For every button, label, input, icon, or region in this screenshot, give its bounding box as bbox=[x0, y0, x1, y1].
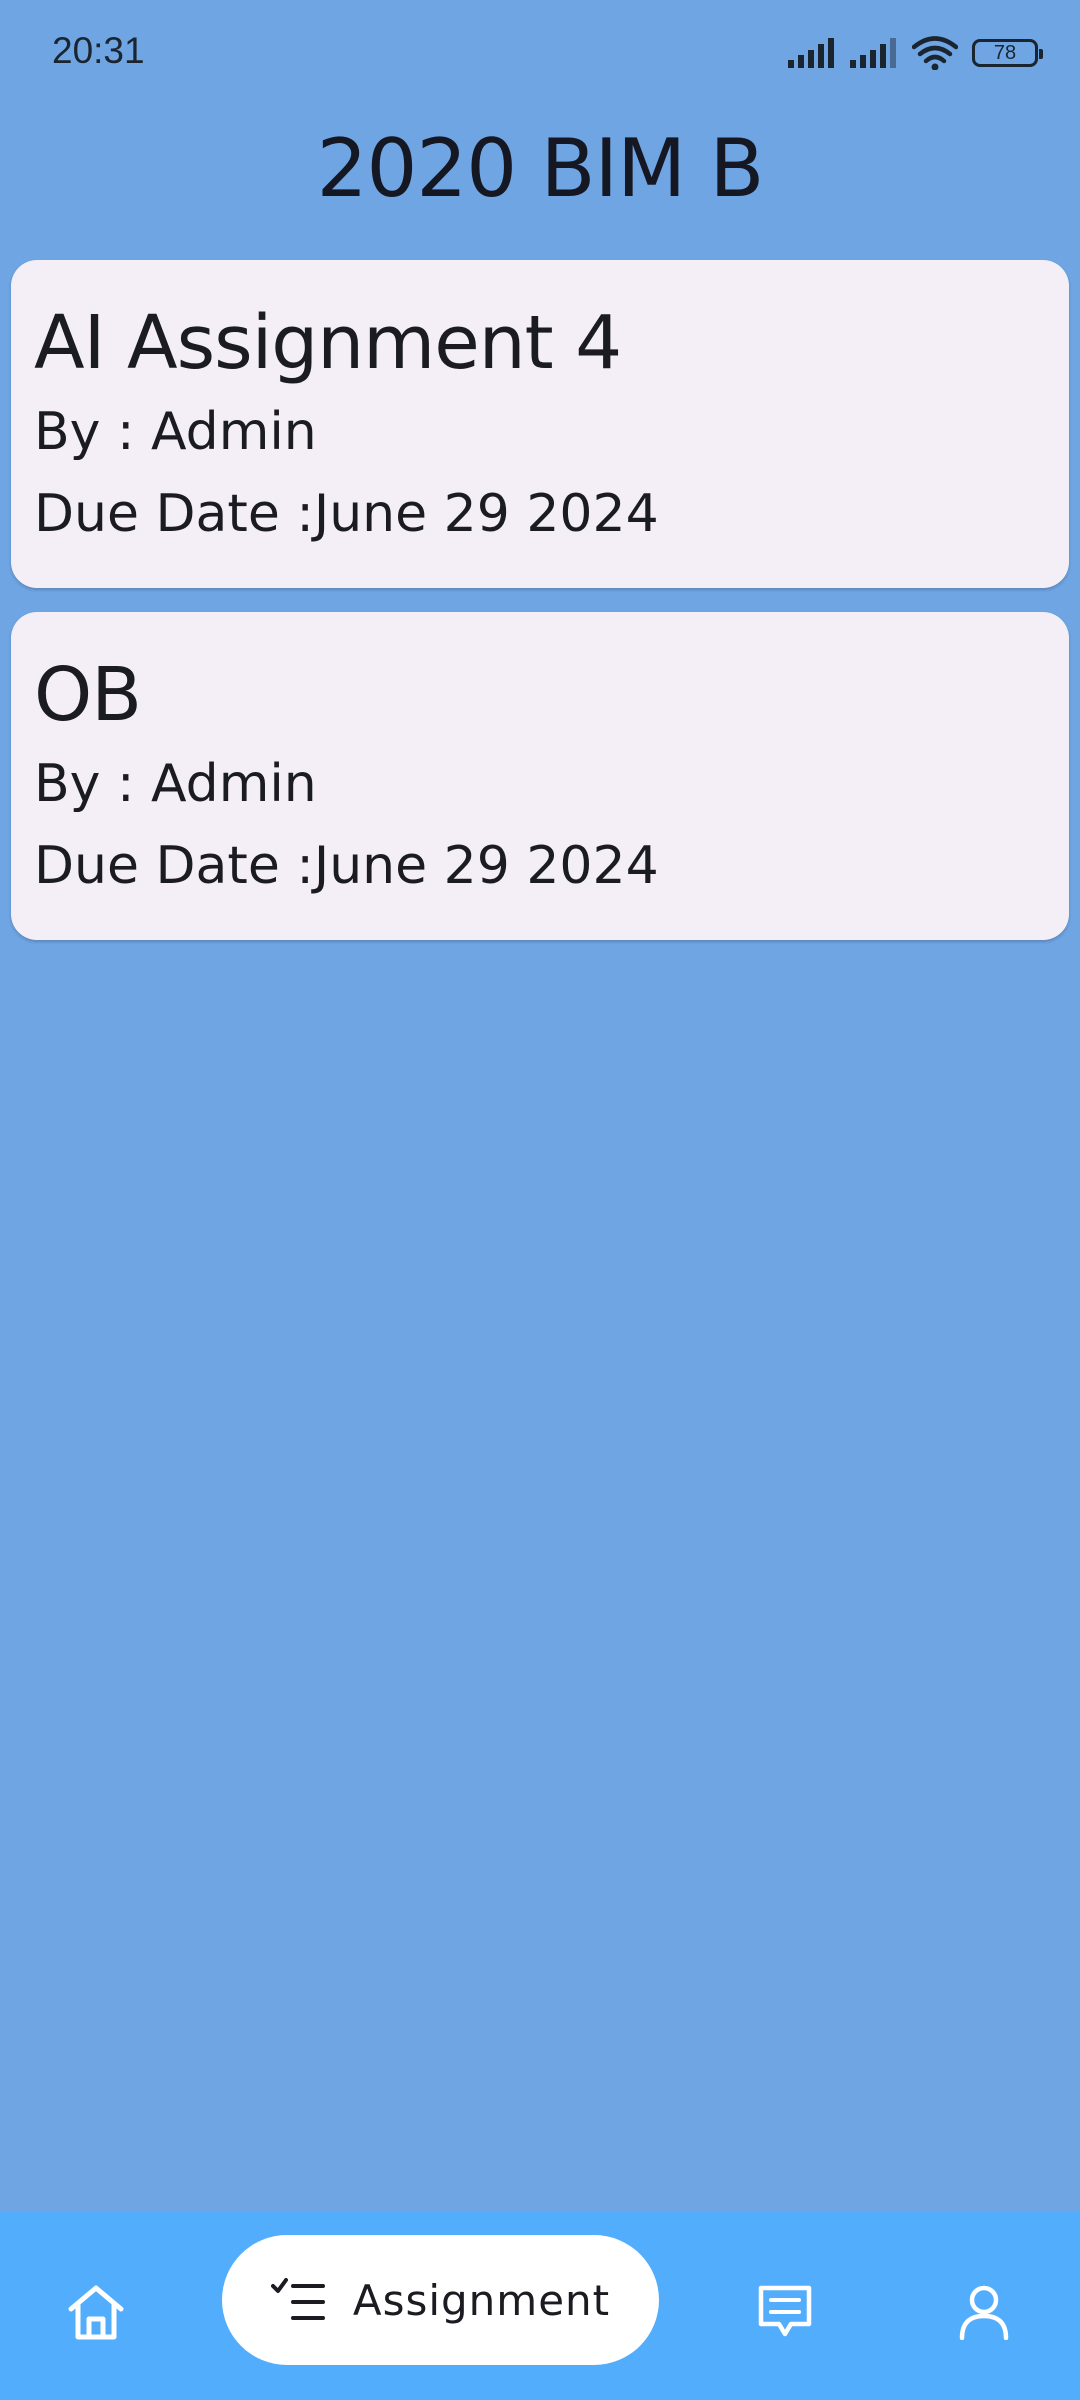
assignment-card[interactable]: OB By : Admin Due Date :June 29 2024 bbox=[11, 612, 1069, 940]
nav-assignment-button[interactable]: Assignment bbox=[222, 2235, 659, 2365]
status-icons: 78 bbox=[788, 36, 1043, 70]
assignment-due-date: Due Date :June 29 2024 bbox=[34, 836, 659, 896]
battery-icon: 78 bbox=[972, 39, 1043, 67]
assignment-author: By : Admin bbox=[34, 402, 317, 462]
screen: 20:31 78 2020 BIM B AI Assignment 4 By:… bbox=[0, 0, 1080, 2400]
home-icon bbox=[68, 2285, 124, 2340]
assignment-list: AI Assignment 4 By : Admin Due Date :Jun… bbox=[11, 260, 1069, 964]
checklist-icon bbox=[270, 2278, 325, 2320]
nav-profile-button[interactable] bbox=[944, 2272, 1024, 2352]
page-title: 2020 BIM B bbox=[316, 122, 765, 215]
assignment-title: AI Assignment 4 bbox=[34, 300, 622, 386]
battery-level: 78 bbox=[993, 41, 1017, 64]
nav-assignment-label: Assignment bbox=[352, 2275, 611, 2325]
assignment-title: OB bbox=[34, 652, 142, 738]
status-bar: 20:31 78 bbox=[0, 0, 1080, 110]
wifi-icon bbox=[912, 36, 958, 70]
signal-icon bbox=[788, 38, 834, 68]
assignment-card[interactable]: AI Assignment 4 By : Admin Due Date :Jun… bbox=[11, 260, 1069, 588]
status-time: 20:31 bbox=[52, 30, 145, 71]
signal-icon bbox=[850, 38, 896, 68]
assignment-due-date: Due Date :June 29 2024 bbox=[34, 484, 659, 544]
bottom-navigation: Assignment bbox=[0, 2212, 1080, 2400]
nav-chat-button[interactable] bbox=[745, 2272, 825, 2352]
profile-icon bbox=[959, 2285, 1009, 2340]
chat-icon bbox=[758, 2285, 812, 2337]
nav-home-button[interactable] bbox=[56, 2272, 136, 2352]
assignment-author: By : Admin bbox=[34, 754, 317, 814]
